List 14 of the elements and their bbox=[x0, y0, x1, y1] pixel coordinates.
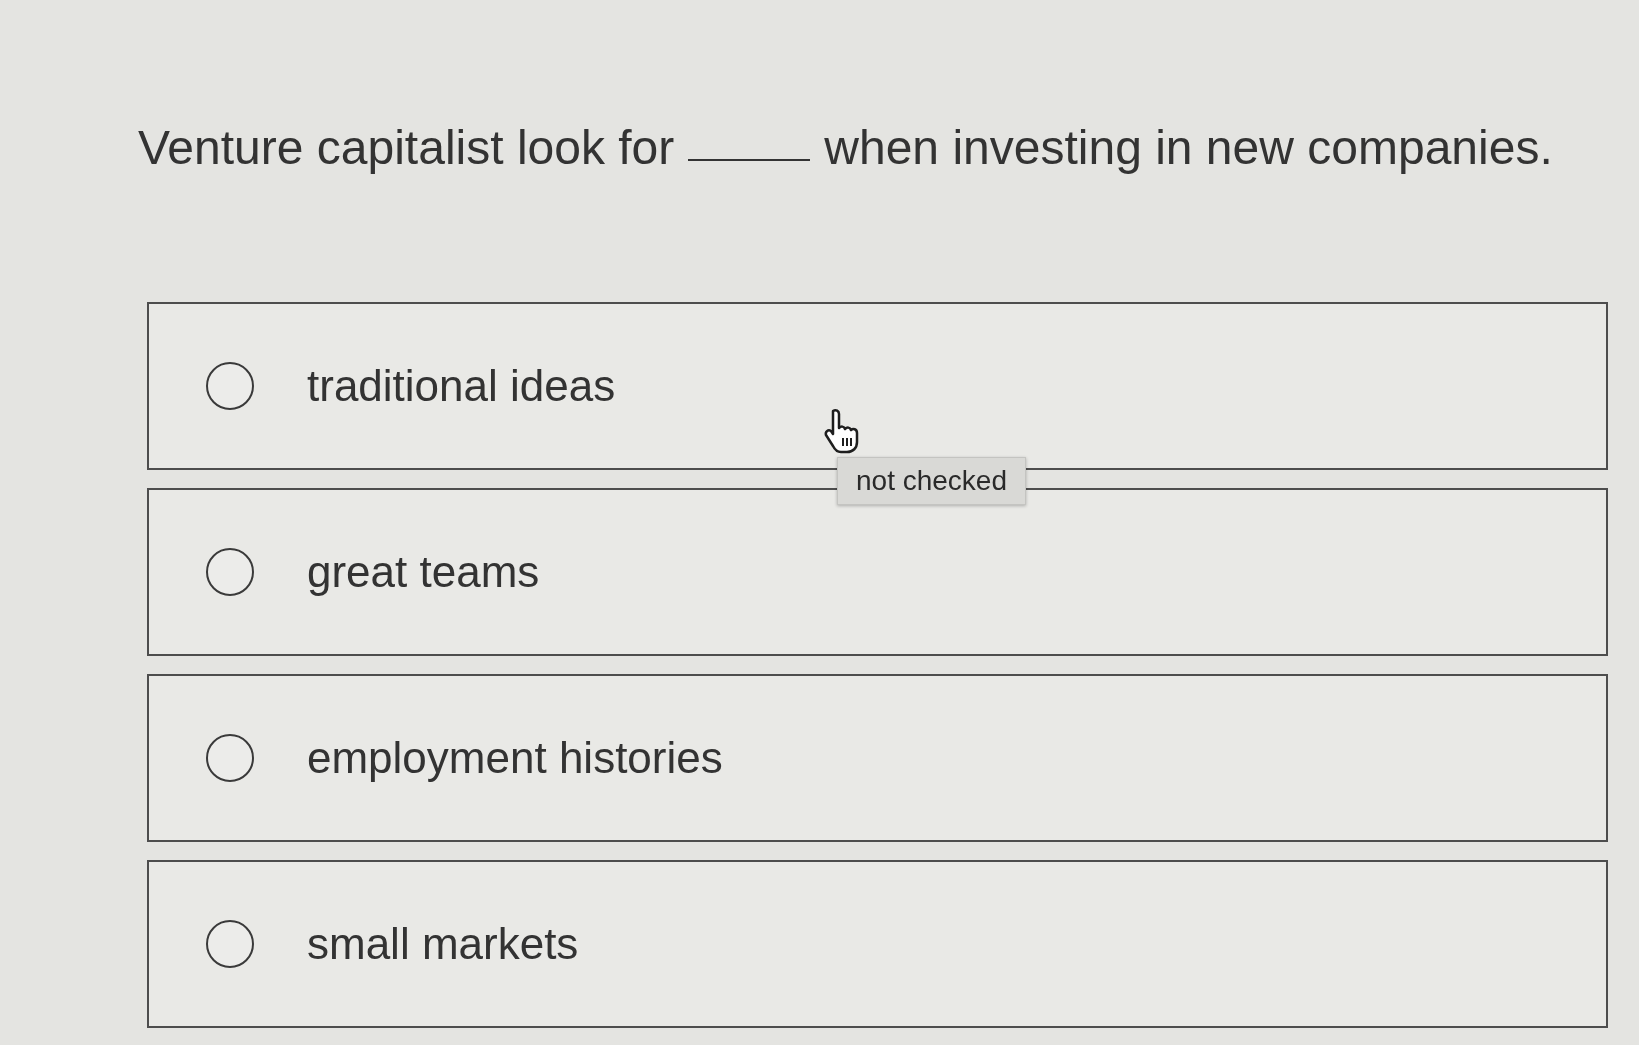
option-label: great teams bbox=[307, 547, 540, 597]
answer-option[interactable]: traditional ideas bbox=[147, 302, 1608, 470]
radio-button[interactable] bbox=[206, 734, 254, 782]
option-label: traditional ideas bbox=[307, 361, 616, 411]
radio-button[interactable] bbox=[206, 362, 254, 410]
question-text: Venture capitalist look for bbox=[138, 120, 675, 175]
tooltip: not checked bbox=[837, 457, 1026, 505]
answer-option[interactable]: employment histories bbox=[147, 674, 1608, 842]
radio-button[interactable] bbox=[206, 548, 254, 596]
option-label: employment histories bbox=[307, 733, 723, 783]
option-label: small markets bbox=[307, 919, 579, 969]
answer-option[interactable]: small markets bbox=[147, 860, 1608, 1028]
question-text: when investing in new companies. bbox=[824, 120, 1553, 175]
radio-button[interactable] bbox=[206, 920, 254, 968]
